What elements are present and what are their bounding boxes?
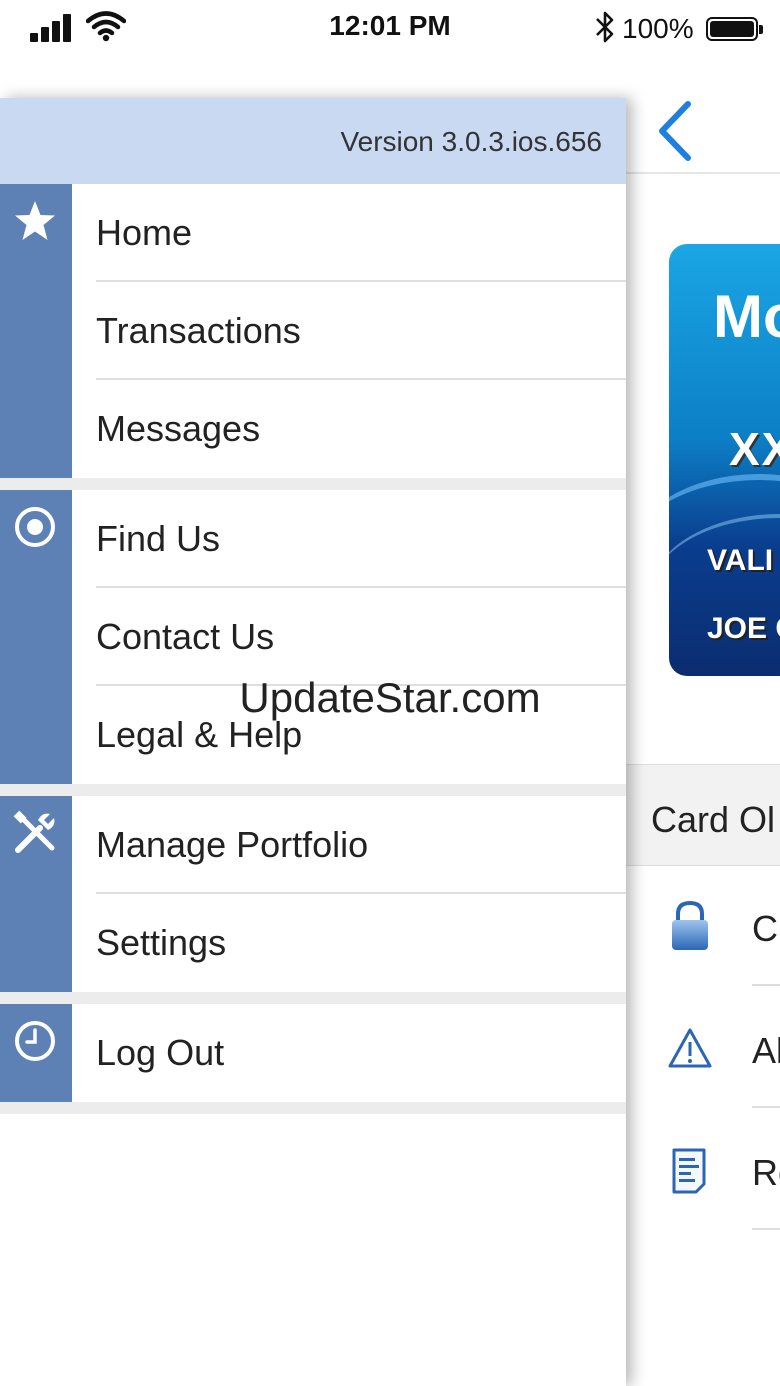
menu-group-session: Log Out: [0, 1004, 626, 1102]
tools-icon: [13, 810, 55, 853]
status-bar: 12:01 PM 100%: [0, 0, 780, 60]
group-divider: [0, 992, 626, 1004]
menu-item-manage-portfolio[interactable]: Manage Portfolio: [96, 796, 626, 894]
menu-item-label: Contact Us: [96, 616, 275, 657]
option-row[interactable]: Re: [626, 1110, 780, 1230]
card-options-header: Card Ol: [626, 764, 780, 866]
document-icon: [672, 1148, 706, 1194]
menu-group-main: Home Transactions Messages: [0, 184, 626, 478]
menu-item-home[interactable]: Home: [96, 184, 626, 282]
card-options-title: Card Ol: [651, 799, 776, 840]
battery-icon: [706, 17, 763, 41]
card-number: XX: [729, 423, 780, 475]
target-icon: [15, 507, 55, 547]
option-label: C: [752, 908, 778, 949]
battery-percent: 100%: [622, 13, 694, 44]
group-divider: [0, 1102, 626, 1114]
group-accent-bar: [0, 184, 72, 478]
menu-group-info: Find Us Contact Us Legal & Help: [0, 490, 626, 784]
card-holder-name: JOE C: [707, 612, 780, 645]
menu-item-label: Transactions: [96, 310, 301, 351]
bluetooth-icon: [596, 11, 614, 43]
group-accent-bar: [0, 1004, 72, 1102]
menu-item-label: Settings: [96, 922, 227, 963]
menu-item-label: Messages: [96, 408, 261, 449]
option-label: Al: [752, 1030, 780, 1071]
warning-icon: [668, 1028, 712, 1068]
menu-item-transactions[interactable]: Transactions: [96, 282, 626, 380]
side-menu-drawer: Version 3.0.3.ios.656 Home Transactions …: [0, 98, 626, 1386]
option-separator: [752, 1228, 780, 1230]
version-label: Version 3.0.3.ios.656: [340, 126, 602, 157]
card-wave: [669, 514, 780, 676]
star-icon: [15, 201, 55, 240]
menu-item-find-us[interactable]: Find Us: [96, 490, 626, 588]
option-separator: [752, 1106, 780, 1108]
group-accent-bar: [0, 796, 72, 992]
menu-item-label: Find Us: [96, 518, 221, 559]
watermark: UpdateStar.com: [239, 674, 541, 721]
menu-group-manage: Manage Portfolio Settings: [0, 796, 626, 992]
lock-icon: [672, 900, 708, 950]
menu-item-contact-us[interactable]: Contact Us: [96, 588, 626, 686]
chevron-left-icon[interactable]: [656, 100, 694, 162]
option-label: Re: [752, 1152, 780, 1193]
menu-item-label: Manage Portfolio: [96, 824, 369, 865]
menu-item-messages[interactable]: Messages: [96, 380, 626, 478]
option-row[interactable]: C: [626, 866, 780, 986]
clock-icon: [15, 1021, 55, 1061]
option-separator: [752, 984, 780, 986]
menu-item-log-out[interactable]: Log Out: [96, 1004, 626, 1102]
version-header: Version 3.0.3.ios.656: [0, 98, 626, 184]
menu-item-label: Log Out: [96, 1032, 225, 1073]
background-screen: Mo XX VALI JOE C Card Ol C Al: [626, 60, 780, 1386]
menu-item-settings[interactable]: Settings: [96, 894, 626, 992]
group-accent-bar: [0, 490, 72, 784]
nav-divider: [626, 172, 780, 174]
group-divider: [0, 784, 626, 796]
menu-item-label: Home: [96, 212, 193, 253]
option-row[interactable]: Al: [626, 988, 780, 1108]
group-divider: [0, 478, 626, 490]
card-image[interactable]: Mo XX VALI JOE C: [669, 244, 780, 676]
card-valid: VALI: [707, 544, 774, 577]
card-brand: Mo: [713, 283, 780, 350]
